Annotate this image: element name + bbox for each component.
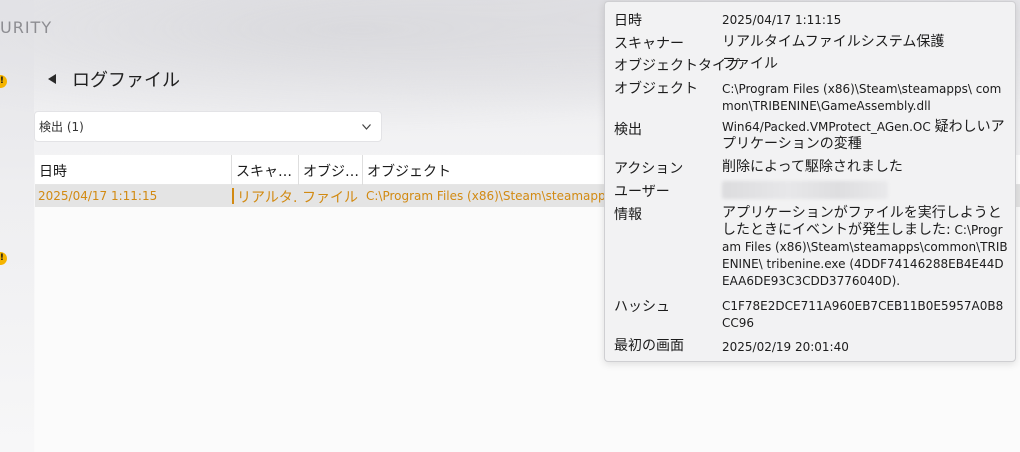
redacted-user-value (722, 181, 888, 199)
first-seen-label: 最初の画面 (614, 338, 684, 354)
info-value: アプリケーションがファイルを実行しようとしたときにイベントが発生しました: C:… (722, 205, 1008, 290)
chevron-down-icon (362, 123, 371, 130)
back-arrow-icon (48, 74, 56, 84)
object-label: オブジェクト (614, 81, 698, 97)
first-seen-value: 2025/02/19 20:01:40 (722, 340, 849, 354)
cell-date: 2025/04/17 1:11:15 (38, 189, 158, 203)
cell-scanner: リアルタ… (237, 190, 299, 206)
date-value: 2025/04/17 1:11:15 (722, 13, 842, 27)
back-button[interactable] (44, 66, 60, 92)
page-header: ログファイル (44, 66, 180, 92)
hash-value: C1F78E2DCE711A960EB7CEB11B0E5957A0B8CC96 (722, 299, 1004, 330)
dropdown-value: 検出 (1) (39, 120, 84, 134)
detection-label: 検出 (614, 122, 642, 138)
detection-code: Win64/Packed.VMProtect_AGen.OC (722, 120, 931, 134)
hash-label: ハッシュ (614, 299, 670, 315)
info-label: 情報 (614, 207, 642, 223)
column-header-date[interactable]: 日時 (35, 155, 232, 185)
date-label: 日時 (614, 13, 642, 29)
detection-value: Win64/Packed.VMProtect_AGen.OC 疑わしいアプリケー… (722, 119, 1008, 153)
sidebar-strip (0, 0, 34, 452)
scanner-label: スキャナー (614, 36, 684, 52)
action-label: アクション (614, 161, 684, 177)
cell-object-type: ファイル (302, 190, 358, 206)
brand-text: URITY (0, 18, 53, 37)
column-header-object-type[interactable]: オブジ… (299, 155, 363, 185)
object-type-value: ファイル (722, 56, 778, 72)
scanner-value: リアルタイムファイルシステム保護 (722, 34, 945, 50)
log-type-dropdown[interactable]: 検出 (1) (34, 111, 382, 142)
detail-tooltip: 日時 2025/04/17 1:11:15 スキャナー リアルタイムファイルシス… (604, 1, 1016, 362)
user-label: ユーザー (614, 184, 670, 200)
page-title: ログファイル (72, 70, 180, 91)
object-value: C:\Program Files (x86)\Steam\steamapps\ … (722, 82, 1002, 113)
action-value: 削除によって駆除されました (722, 159, 903, 175)
column-header-scanner[interactable]: スキャ… (232, 155, 299, 185)
